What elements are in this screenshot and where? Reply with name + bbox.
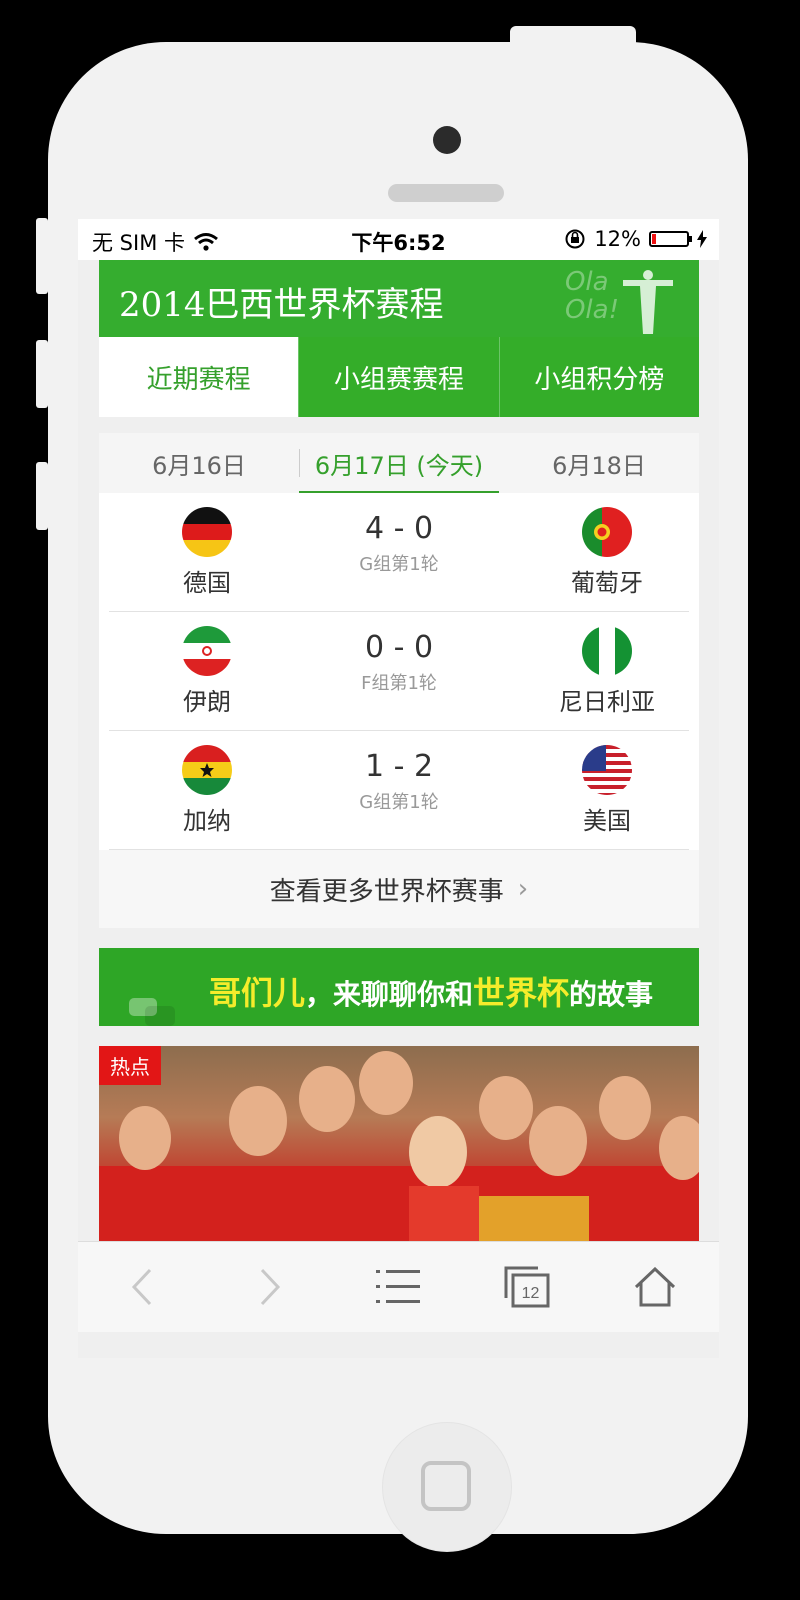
date-tab-jun16[interactable]: 6月16日 (99, 433, 299, 493)
away-team-name: 葡萄牙 (571, 569, 643, 597)
chat-banner[interactable]: 哥们儿，来聊聊你和世界杯的故事 (99, 948, 699, 1026)
browser-toolbar: 12 (78, 1241, 719, 1332)
match-score: 4 - 0 (364, 511, 434, 546)
tab-group-schedule[interactable]: 小组赛赛程 (298, 337, 499, 417)
rotation-lock-icon (565, 229, 585, 249)
tabs-count: 12 (521, 1285, 539, 1302)
match-row[interactable]: 加纳 1 - 2 G组第1轮 美国 (109, 731, 689, 850)
away-team-name: 美国 (583, 807, 631, 835)
screen: 无 SIM 卡 下午6:52 12% 2014巴西世界杯赛程 Ola Ola! … (78, 219, 719, 1358)
charging-bolt-icon (697, 230, 707, 248)
list-menu-icon (376, 1270, 421, 1303)
menu-button[interactable] (368, 1257, 428, 1317)
chevron-right-icon (261, 1268, 281, 1306)
home-team-name: 德国 (183, 569, 231, 597)
home-team-name: 伊朗 (183, 688, 231, 716)
chevron-left-icon (132, 1268, 152, 1306)
match-score: 0 - 0 (364, 630, 434, 665)
schedule-banner: 2014巴西世界杯赛程 Ola Ola! (99, 260, 699, 337)
iran-flag-icon (182, 626, 232, 676)
match-list: 德国 4 - 0 G组第1轮 葡萄牙 伊朗 0 - 0 F组第1轮 尼日利亚 加… (99, 493, 699, 850)
match-round: G组第1轮 (359, 792, 439, 813)
home-page-button[interactable] (625, 1257, 685, 1317)
away-team-name: 尼日利亚 (559, 688, 655, 716)
chat-bubble-icon (145, 1006, 175, 1026)
page-content: 2014巴西世界杯赛程 Ola Ola! 近期赛程 小组赛赛程 小组积分榜 6月1… (99, 260, 699, 1250)
match-round: G组第1轮 (359, 554, 439, 575)
date-tab-jun17[interactable]: 6月17日 (今天) (299, 433, 499, 493)
tab-group-standings[interactable]: 小组积分榜 (498, 337, 699, 417)
banner-decoration: Ola Ola! (564, 267, 619, 325)
tab-recent[interactable]: 近期赛程 (99, 337, 299, 417)
match-score: 1 - 2 (364, 749, 434, 784)
christ-statue-icon (623, 270, 673, 334)
home-button[interactable] (382, 1422, 512, 1552)
match-row[interactable]: 伊朗 0 - 0 F组第1轮 尼日利亚 (109, 612, 689, 731)
back-button[interactable] (112, 1257, 172, 1317)
more-matches-link[interactable]: 查看更多世界杯赛事 › (99, 850, 699, 928)
status-bar: 无 SIM 卡 下午6:52 12% (78, 219, 719, 260)
volume-down-button (36, 462, 48, 530)
germany-flag-icon (182, 507, 232, 557)
earpiece-speaker (388, 184, 504, 202)
tabs-button[interactable]: 12 (497, 1257, 557, 1317)
forward-button[interactable] (240, 1257, 300, 1317)
ghana-flag-icon (182, 745, 232, 795)
battery-icon (649, 231, 692, 247)
hot-news-image[interactable]: 热点 (99, 1046, 699, 1250)
chevron-right-icon: › (517, 874, 529, 904)
battery-percent: 12% (594, 227, 641, 251)
volume-up-button (36, 340, 48, 408)
home-team-name: 加纳 (183, 807, 231, 835)
match-round: F组第1轮 (361, 673, 437, 694)
more-matches-label: 查看更多世界杯赛事 (269, 876, 504, 907)
date-tab-jun18[interactable]: 6月18日 (499, 433, 699, 493)
hot-badge: 热点 (99, 1046, 161, 1085)
mute-switch (36, 218, 48, 294)
match-row[interactable]: 德国 4 - 0 G组第1轮 葡萄牙 (109, 493, 689, 612)
page-title: 2014巴西世界杯赛程 (119, 285, 444, 325)
nigeria-flag-icon (582, 626, 632, 676)
chat-banner-text: 哥们儿，来聊聊你和世界杯的故事 (209, 974, 654, 1012)
front-camera (433, 126, 461, 154)
tabs-icon: 12 (504, 1266, 550, 1308)
home-icon (634, 1267, 675, 1307)
usa-flag-icon (582, 745, 632, 795)
date-selector: 6月16日 6月17日 (今天) 6月18日 (99, 433, 699, 493)
portugal-flag-icon (582, 507, 632, 557)
tab-bar: 近期赛程 小组赛赛程 小组积分榜 (99, 337, 699, 417)
